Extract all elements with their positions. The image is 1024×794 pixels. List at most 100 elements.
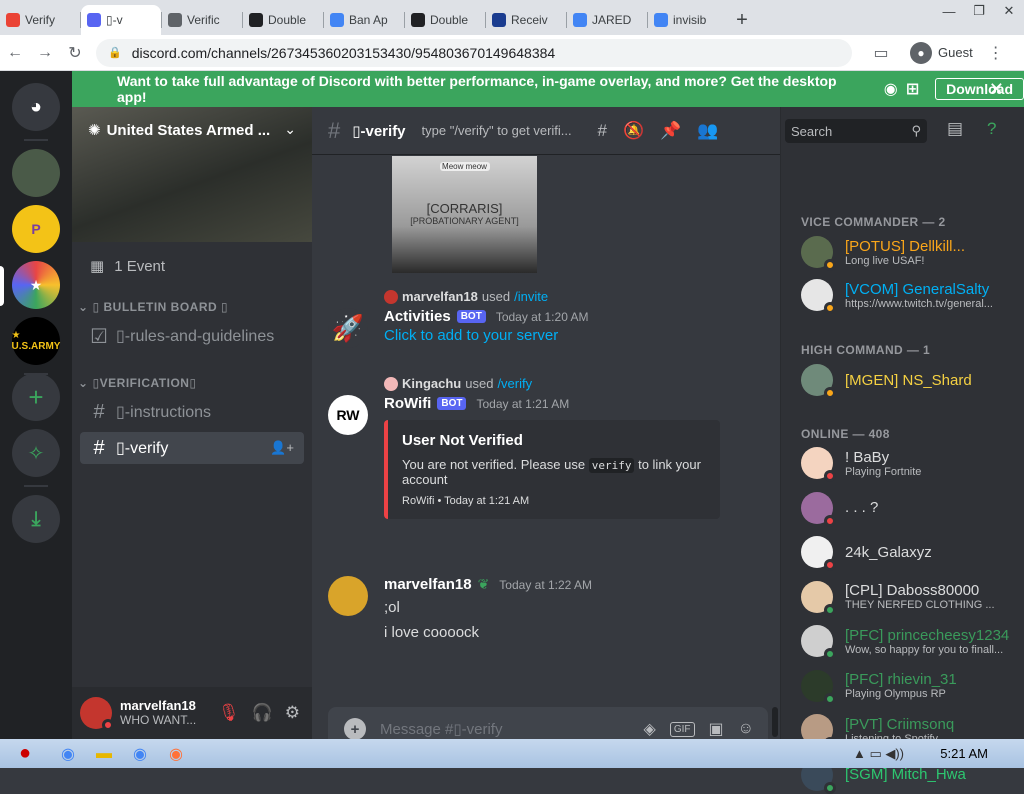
download-apps-icon[interactable]: ⤓ [12,495,60,543]
member-item[interactable]: [POTUS] Dellkill... Long live USAF! [801,236,1017,271]
group-vice-commander: VICE COMMANDER — 2 [801,215,946,229]
verified-badge-icon: ✺ [88,122,101,139]
member-item[interactable]: [PFC] princecheesy1234 Wow, so happy for … [801,625,1017,660]
browser-tab[interactable]: Ban Ap [324,5,404,35]
taskbar-clock[interactable]: 5:21 AM [940,746,988,761]
notification-muted-icon[interactable]: 🔕 [623,121,644,141]
add-server-icon[interactable]: + [12,373,60,421]
settings-gear-icon[interactable]: ⚙ [285,703,300,723]
menu-kebab-icon[interactable]: ⋮ [981,43,1011,63]
reload-icon[interactable]: ↻ [60,43,90,63]
inbox-icon[interactable]: ▤ [947,119,963,139]
member-status: Playing Fortnite [845,465,922,478]
message-author[interactable]: Activities [384,308,451,325]
member-item[interactable]: [VCOM] GeneralSalty https://www.twitch.tv… [801,279,1017,314]
search-placeholder: Search [791,123,833,139]
profile-button[interactable]: ● Guest [910,41,973,64]
folder-taskbar-icon[interactable]: ▬ [86,742,122,766]
member-item[interactable]: ! BaBy Playing Fortnite [801,447,1017,482]
close-window-icon[interactable]: ✕ [994,0,1024,22]
new-tab-button[interactable]: + [728,5,756,35]
user-info[interactable]: marvelfan18 WHO WANT... [120,698,206,728]
reply-used: used [481,289,511,304]
search-input[interactable]: Search ⚲ [785,119,927,143]
channel-rules[interactable]: ☑ ▯-rules-and-guidelines [80,320,304,352]
rowifi-logo-icon[interactable]: RW [328,395,368,435]
tab-favicon-icon [573,13,587,27]
url-field[interactable]: 🔒 discord.com/channels/26734536020315343… [96,38,852,67]
tab-favicon-icon [411,13,425,27]
nitro-badge-icon: ❦ [477,576,490,592]
reply-avatar [384,289,398,304]
download-button[interactable]: Download [935,78,1024,100]
browser-tab[interactable]: Receiv [486,5,566,35]
tab-favicon-icon [249,13,263,27]
channel-verify[interactable]: # ▯-verify 👤+ [80,432,304,464]
reply-command[interactable]: /verify [497,376,532,391]
browser-tab[interactable]: invisib [648,5,728,35]
member-item[interactable]: [MGEN] NS_Shard [801,364,1017,399]
mic-muted-icon[interactable]: 🎙 [218,703,240,723]
reply-user[interactable]: Kingachu [402,376,461,391]
member-item[interactable]: 24k_Galaxyz [801,536,1017,571]
forward-icon[interactable]: → [30,44,60,62]
user-avatar[interactable] [80,697,114,731]
server-icon-1[interactable] [12,149,60,197]
chat-scrollbar[interactable] [772,707,778,737]
nitro-gift-icon[interactable]: ◈ [644,719,656,739]
reply-user[interactable]: marvelfan18 [402,289,478,304]
channel-instructions[interactable]: # ▯-instructions [80,396,304,428]
discord-home-icon[interactable]: ◕ [12,83,60,131]
explore-compass-icon[interactable]: ✧ [12,429,60,477]
us-army-server-icon[interactable]: ★ U.S.ARMY [12,317,60,365]
minimize-icon[interactable]: — [934,0,964,22]
member-list: Search ⚲ ▤ ? VICE COMMANDER — 2 HIGH COM… [780,107,1024,794]
start-angry-bird-icon[interactable]: ● [0,742,50,766]
author-avatar[interactable] [328,576,368,616]
browser-tab[interactable]: Verify [0,5,80,35]
member-item[interactable]: [PFC] rhievin_31 Playing Olympus RP [801,669,1017,705]
browser-tab[interactable]: Verific [162,5,242,35]
server-icon-2[interactable]: P [12,205,60,253]
chrome-taskbar-icon[interactable]: ◉ [122,742,158,766]
emoji-icon[interactable]: ☺ [738,720,754,738]
rocket-icon[interactable]: 🚀 [328,308,368,348]
category-bulletin[interactable]: ⌄ ▯ BULLETIN BOARD ▯ [72,298,312,316]
pinned-icon[interactable]: 📌 [660,121,681,141]
member-list-icon[interactable]: 👥 [697,121,718,141]
member-item[interactable]: [CPL] Daboss80000 THEY NERFED CLOTHING ..… [801,580,1017,616]
browser-tab[interactable]: ▯-v [81,5,161,35]
add-to-server-link[interactable]: Click to add to your server [384,327,768,344]
image-attachment[interactable]: Meow meow [CORRARIS] [PROBATIONARY AGENT… [392,156,537,273]
system-tray[interactable]: ▲ ▭ ◀)) [853,746,904,762]
events-item[interactable]: ▦ 1 Event [72,248,312,284]
help-icon[interactable]: ? [987,119,996,139]
restore-icon[interactable]: ❐ [964,0,994,22]
invite-icon[interactable]: 👤+ [270,440,294,456]
headphones-icon[interactable]: 🎧 [252,703,273,723]
server-icon-active[interactable]: ★ [12,261,60,309]
browser-tab[interactable]: Double [405,5,485,35]
browser-tab[interactable]: JARED [567,5,647,35]
threads-icon[interactable]: # [598,121,607,141]
back-icon[interactable]: ← [0,44,30,62]
chrome-taskbar-icon[interactable]: ◉ [50,742,86,766]
reply-context: marvelfan18 used /invite [384,289,548,304]
gif-button[interactable]: GIF [669,721,695,737]
url-text: discord.com/channels/267345360203153430/… [131,44,556,61]
channel-topic[interactable]: type "/verify" to get verifi... [422,123,582,138]
member-item[interactable]: . . . ? [801,491,1017,527]
message-author[interactable]: RoWifi [384,395,431,412]
sticker-icon[interactable]: ▣ [709,719,724,739]
sidepanel-icon[interactable]: ▭ [866,43,896,63]
tab-label: ▯-v [106,13,123,27]
close-banner-icon[interactable]: ✕ [989,79,1004,100]
browser-tab[interactable]: Double [243,5,323,35]
upload-plus-icon[interactable]: + [344,718,366,740]
reply-command[interactable]: /invite [514,289,548,304]
category-verification[interactable]: ⌄ ▯VERIFICATION▯ [72,374,312,392]
server-header[interactable]: ✺ United States Armed ... ⌄ [72,107,312,242]
message-author[interactable]: marvelfan18 [384,576,472,593]
firefox-taskbar-icon[interactable]: ◉ [158,742,194,766]
browser-tab-strip: Verify ▯-v Verific Double Ban Ap Double Receiv… [0,0,1024,35]
